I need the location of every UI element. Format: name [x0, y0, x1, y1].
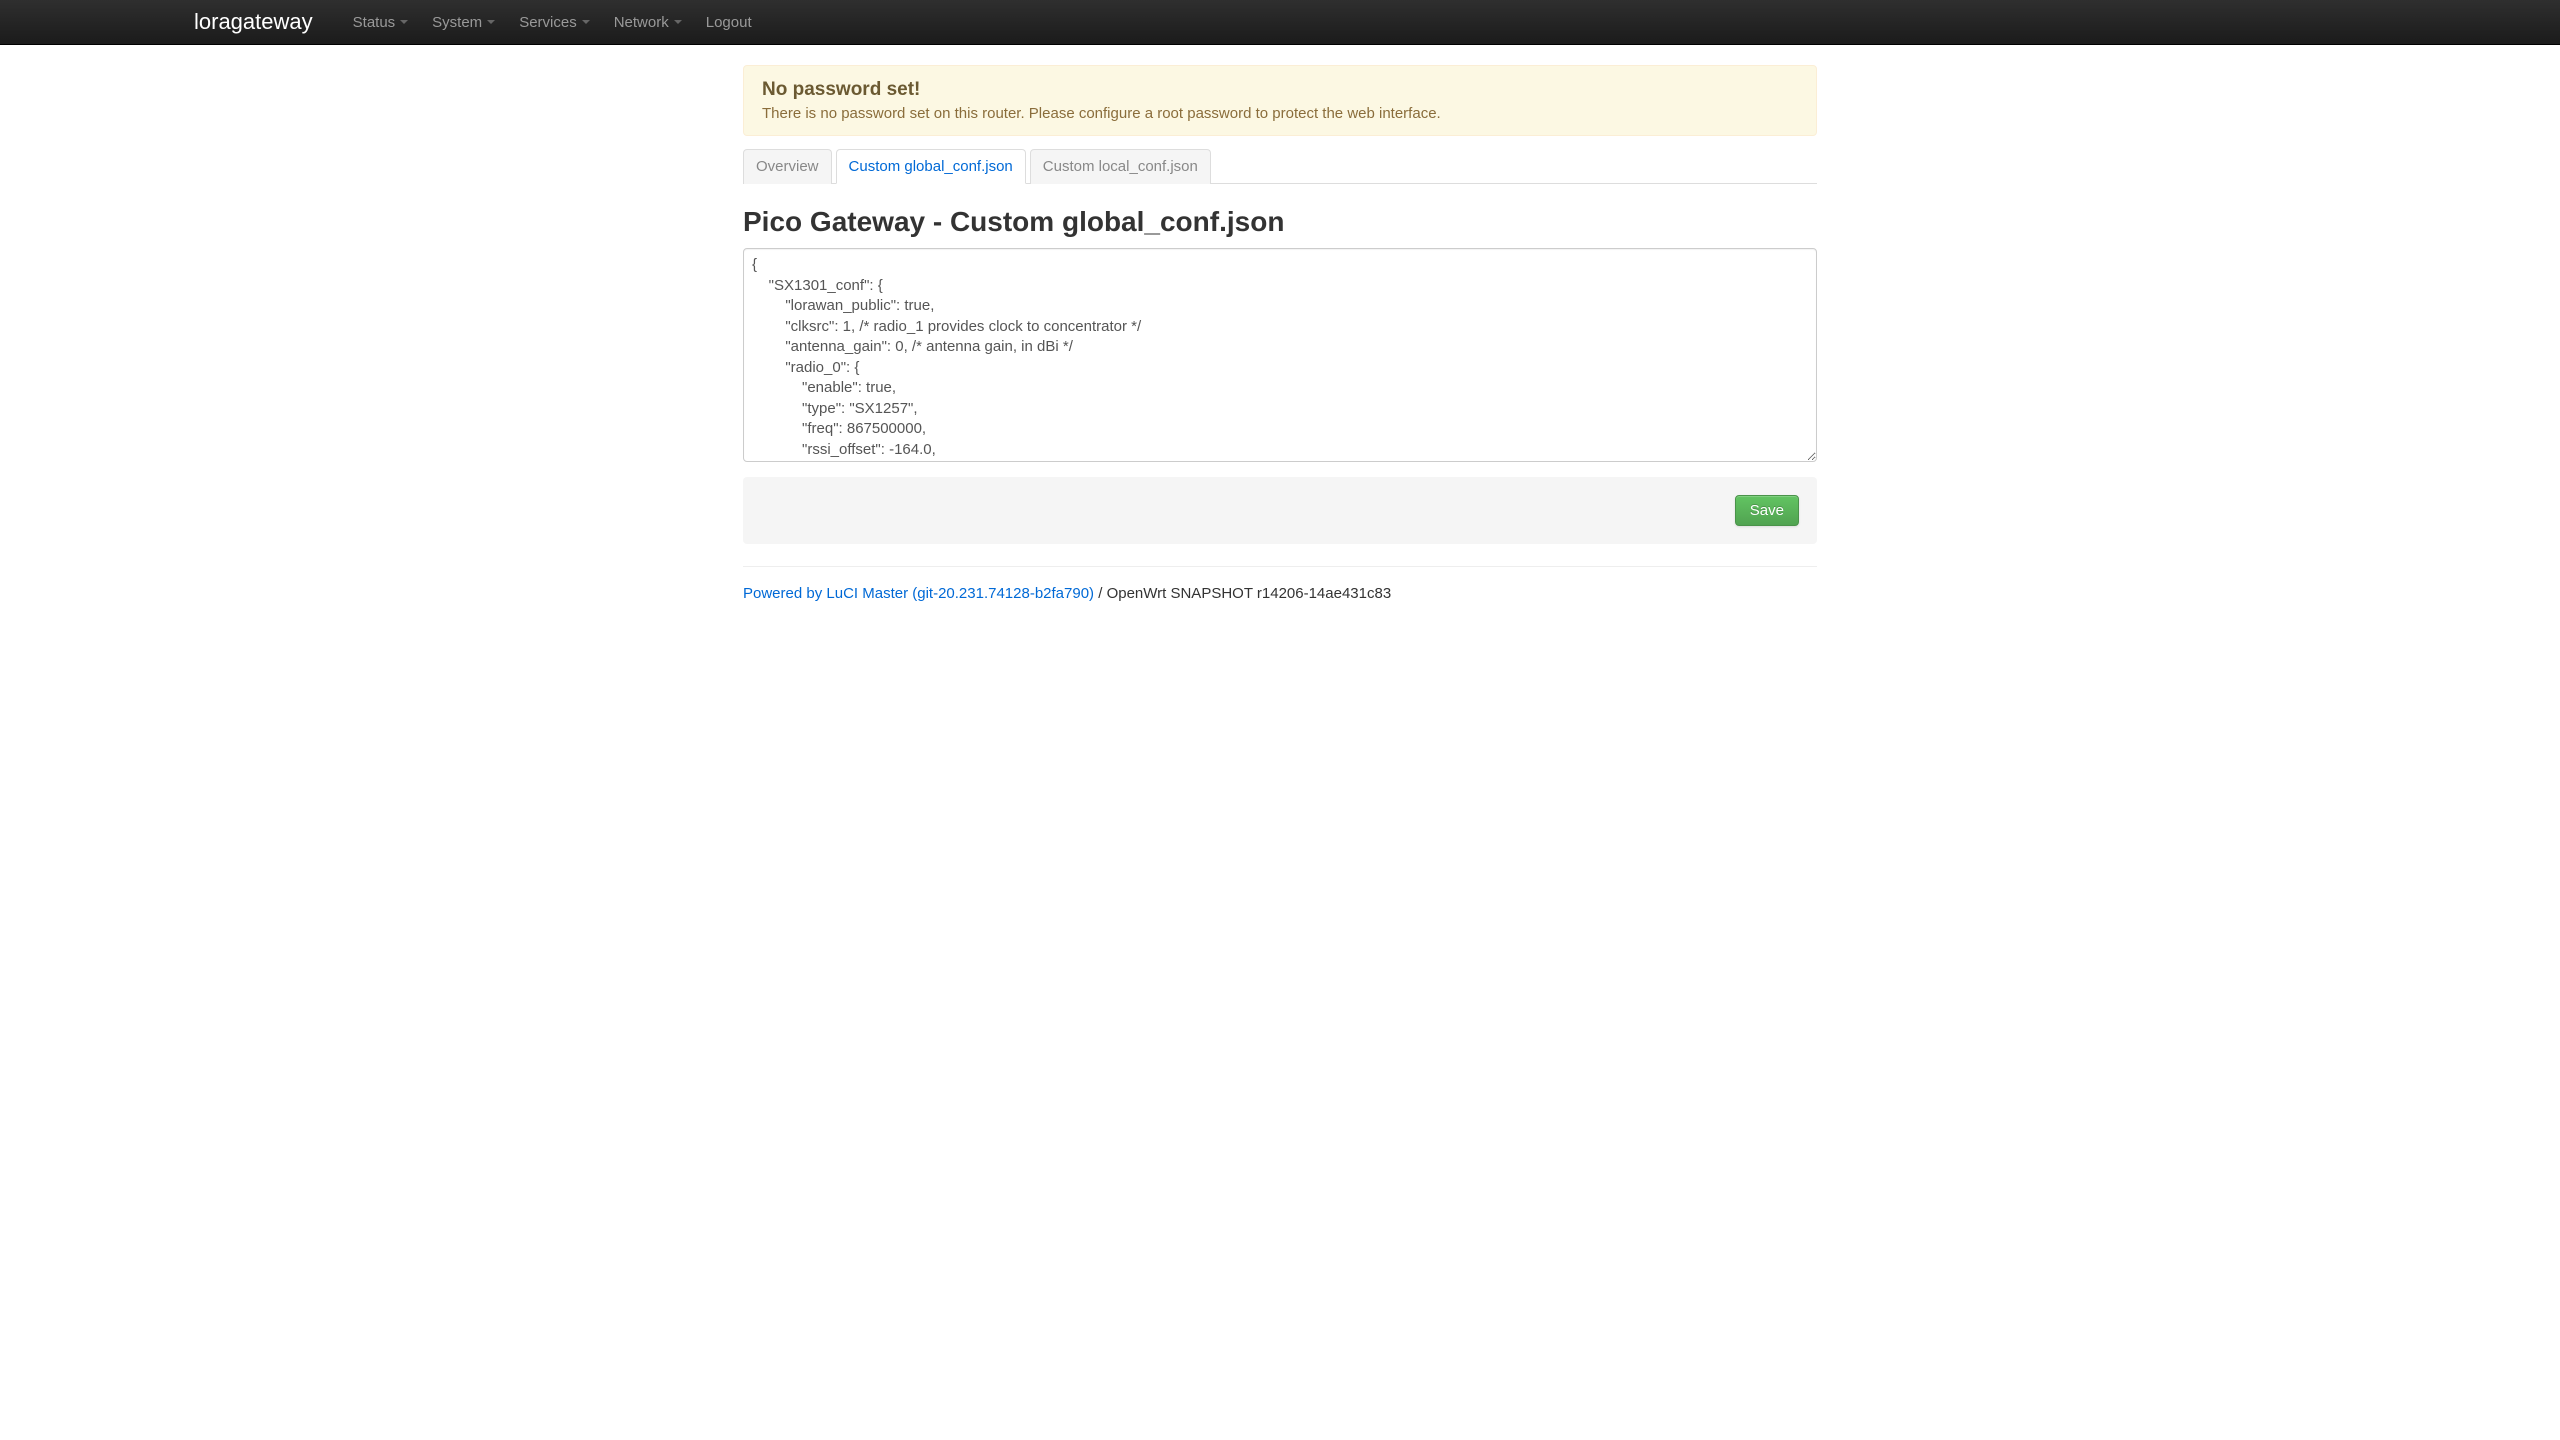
nav-item-logout[interactable]: Logout	[694, 14, 764, 31]
password-alert: No password set! There is no password se…	[743, 65, 1817, 136]
alert-message: There is no password set on this router.…	[762, 105, 1798, 122]
config-textarea[interactable]	[743, 248, 1817, 462]
nav-item-services[interactable]: Services	[507, 14, 602, 31]
alert-title: No password set!	[762, 79, 1798, 101]
tab-custom-local[interactable]: Custom local_conf.json	[1030, 149, 1211, 184]
nav-label: Services	[519, 14, 577, 31]
nav-item-network[interactable]: Network	[602, 14, 694, 31]
nav-item-status[interactable]: Status	[341, 14, 421, 31]
navbar: loragateway Status System Services Netwo…	[0, 0, 2560, 45]
chevron-down-icon	[674, 20, 682, 24]
nav-label: Network	[614, 14, 669, 31]
tabs: Overview Custom global_conf.json Custom …	[743, 148, 1817, 184]
chevron-down-icon	[487, 20, 495, 24]
main-container: No password set! There is no password se…	[743, 65, 1817, 602]
footer-version: OpenWrt SNAPSHOT r14206-14ae431c83	[1107, 585, 1392, 602]
save-button[interactable]: Save	[1735, 495, 1799, 526]
chevron-down-icon	[400, 20, 408, 24]
actions-bar: Save	[743, 477, 1817, 544]
tab-overview[interactable]: Overview	[743, 149, 832, 184]
nav-label: System	[432, 14, 482, 31]
nav-label: Status	[353, 14, 396, 31]
footer-link[interactable]: Powered by LuCI Master (git-20.231.74128…	[743, 585, 1094, 602]
nav-item-system[interactable]: System	[420, 14, 507, 31]
chevron-down-icon	[582, 20, 590, 24]
tab-custom-global[interactable]: Custom global_conf.json	[836, 149, 1026, 184]
footer-separator: /	[1094, 585, 1107, 602]
nav-label: Logout	[706, 14, 752, 31]
footer: Powered by LuCI Master (git-20.231.74128…	[743, 566, 1817, 602]
navbar-brand[interactable]: loragateway	[194, 9, 341, 35]
page-title: Pico Gateway - Custom global_conf.json	[743, 206, 1817, 238]
